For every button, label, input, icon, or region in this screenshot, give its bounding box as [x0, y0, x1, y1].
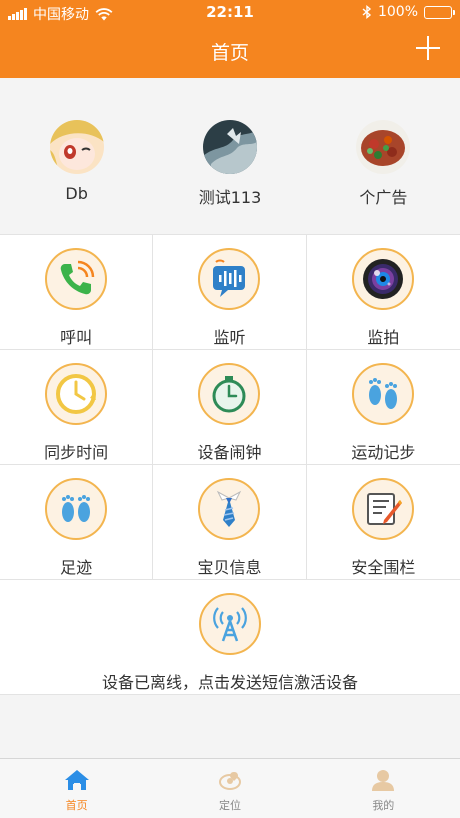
- tab-mine-label: 我的: [372, 799, 395, 812]
- status-bar: 中国移动 22:11 100%: [0, 0, 460, 26]
- listen-voice-icon: [213, 259, 246, 297]
- sync-time-label: 同步时间: [44, 443, 109, 462]
- call-label: 呼叫: [60, 328, 93, 347]
- device-name: Db: [65, 184, 88, 203]
- tab-mine[interactable]: 我的: [307, 759, 460, 818]
- geofence-button[interactable]: 安全围栏: [307, 465, 460, 579]
- function-grid: 呼叫 监听 监拍 同步时间 设备闹钟 运动记步 足迹 宝贝信息 安全围栏 设备已…: [0, 234, 460, 695]
- snapshot-label: 监拍: [367, 328, 400, 347]
- alarm-label: 设备闹钟: [197, 443, 262, 462]
- call-button[interactable]: 呼叫: [0, 235, 154, 349]
- notepad-pen-icon: [367, 493, 403, 525]
- device-name: 测试113: [198, 188, 262, 207]
- baby-info-label: 宝贝信息: [197, 558, 262, 577]
- snapshot-button[interactable]: 监拍: [307, 235, 460, 349]
- device-item[interactable]: Db: [0, 78, 153, 234]
- camera-lens-icon: [363, 259, 404, 299]
- activate-device-button[interactable]: 设备已离线，点击发送短信激活设备: [0, 580, 460, 694]
- tab-location[interactable]: 定位: [153, 759, 306, 818]
- tab-home-label: 首页: [65, 799, 88, 812]
- device-avatar: [49, 120, 104, 174]
- alarm-clock-icon: [212, 376, 246, 413]
- device-list: Db 测试113 个广告: [0, 78, 460, 234]
- alarm-button[interactable]: 设备闹钟: [153, 350, 307, 464]
- home-icon: [64, 770, 89, 790]
- device-name: 个广告: [359, 188, 408, 207]
- tab-bar: 首页 定位 我的: [0, 758, 460, 818]
- battery-icon: [424, 5, 455, 19]
- device-item[interactable]: 测试113: [153, 78, 306, 234]
- user-icon: [372, 770, 395, 791]
- geofence-label: 安全围栏: [351, 558, 416, 577]
- footsteps-icon: [369, 378, 398, 409]
- tab-home[interactable]: 首页: [0, 759, 153, 818]
- step-count-button[interactable]: 运动记步: [307, 350, 460, 464]
- device-avatar: [356, 120, 411, 174]
- listen-label: 监听: [213, 328, 246, 347]
- sync-time-button[interactable]: 同步时间: [0, 350, 154, 464]
- add-device-button[interactable]: [414, 34, 442, 62]
- device-item[interactable]: 个广告: [307, 78, 460, 234]
- sync-clock-icon: [56, 374, 97, 414]
- tab-location-label: 定位: [218, 799, 241, 812]
- location-icon: [218, 772, 241, 790]
- tie-info-icon: [217, 490, 242, 527]
- page-title: 首页: [210, 42, 249, 64]
- step-count-label: 运动记步: [351, 443, 416, 462]
- battery-percent: 100%: [377, 4, 418, 20]
- antenna-icon: [213, 607, 247, 642]
- device-avatar: [202, 120, 257, 174]
- footprints-icon: [62, 495, 91, 522]
- activate-device-label: 设备已离线，点击发送短信激活设备: [101, 673, 358, 692]
- bluetooth-icon: [362, 5, 372, 19]
- listen-button[interactable]: 监听: [153, 235, 307, 349]
- footprint-label: 足迹: [60, 558, 93, 577]
- footprint-button[interactable]: 足迹: [0, 465, 154, 579]
- baby-info-button[interactable]: 宝贝信息: [153, 465, 307, 579]
- phone-call-icon: [60, 260, 95, 295]
